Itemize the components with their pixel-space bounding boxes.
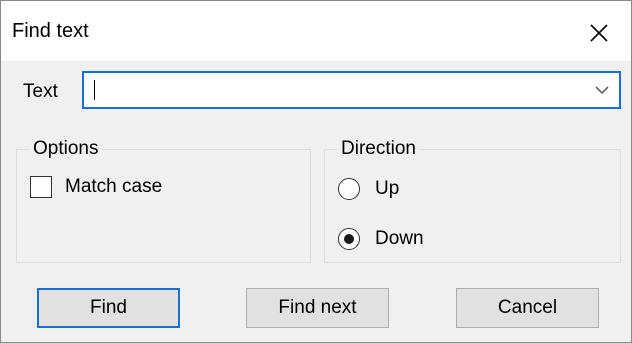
close-icon	[590, 24, 608, 42]
radio-circle[interactable]	[338, 228, 360, 250]
text-caret	[94, 80, 95, 100]
chevron-down-icon[interactable]	[595, 85, 609, 95]
direction-group: Direction Up Down	[324, 138, 621, 263]
direction-up-label[interactable]: Up	[375, 178, 399, 200]
cancel-button[interactable]: Cancel	[456, 288, 599, 328]
checkbox-box[interactable]	[30, 176, 52, 198]
title-bar: Find text	[1, 1, 631, 61]
options-group: Options Match case	[16, 138, 311, 263]
match-case-label[interactable]: Match case	[65, 176, 162, 198]
find-next-button[interactable]: Find next	[246, 288, 389, 328]
dialog-title: Find text	[12, 20, 89, 42]
radio-selected-dot	[344, 234, 354, 244]
text-combobox[interactable]	[82, 71, 621, 109]
find-button[interactable]: Find	[37, 288, 180, 328]
direction-down-label[interactable]: Down	[375, 228, 424, 250]
find-text-dialog: Find text Text Options Match case Direct…	[0, 0, 632, 343]
close-button[interactable]	[579, 15, 619, 51]
options-legend: Options	[29, 138, 103, 160]
text-label: Text	[23, 81, 58, 102]
radio-circle[interactable]	[338, 178, 360, 200]
direction-legend: Direction	[337, 138, 420, 160]
